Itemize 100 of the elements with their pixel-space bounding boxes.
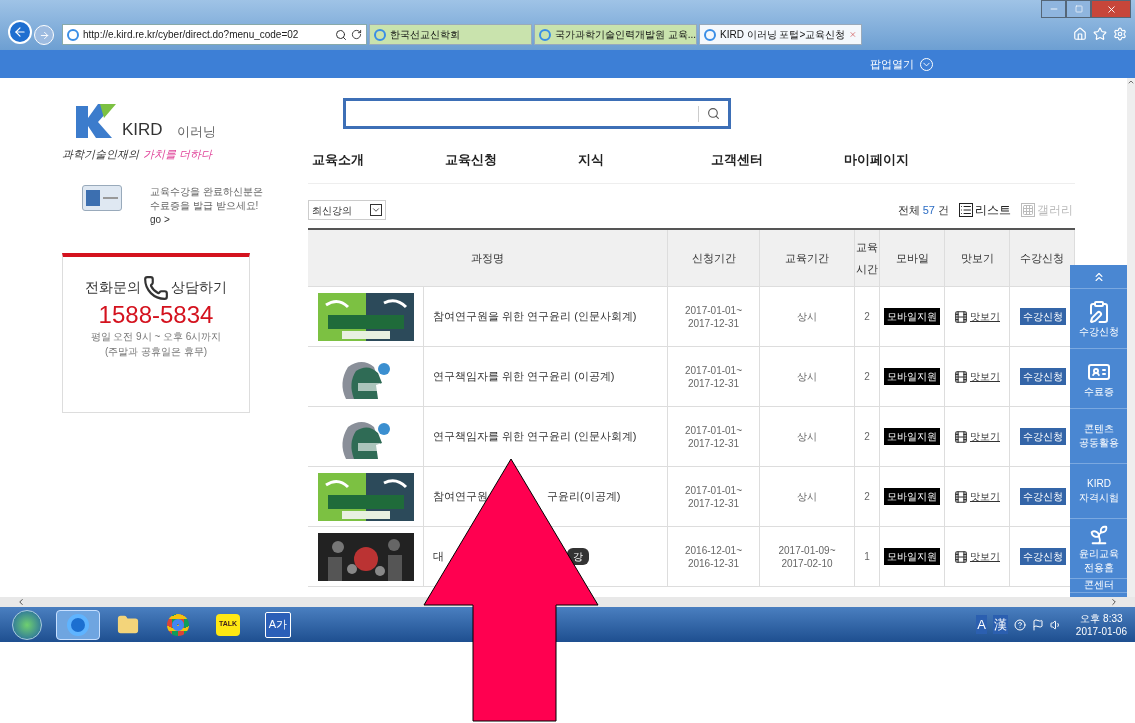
taskbar-app[interactable] [56, 609, 100, 640]
logo-icon [76, 104, 116, 138]
apply-period: 2017-01-01~ [685, 303, 742, 317]
maximize-button[interactable] [1066, 0, 1091, 18]
sort-dropdown[interactable]: 최신강의 [308, 200, 386, 220]
taskbar-app[interactable]: A가 [256, 609, 300, 640]
film-reel-icon [954, 549, 968, 564]
scroll-left-icon[interactable] [16, 597, 26, 607]
forward-button[interactable] [34, 25, 54, 45]
course-title[interactable]: 연구책임자를 위한 연구윤리 (인문사회계) [433, 428, 637, 445]
clock-time: 오후 8:33 [1080, 611, 1123, 625]
refresh-icon [351, 29, 362, 40]
preview-link[interactable]: 맛보기 [970, 489, 1000, 504]
slogan-text: 과학기술인재의 [62, 147, 139, 162]
education-period: 상시 [797, 370, 817, 383]
column-header: 과정명 [471, 251, 504, 266]
course-title[interactable]: 연구책임자를 위한 연구윤리 (이공계) [433, 368, 615, 385]
search-icon[interactable] [707, 107, 720, 120]
enroll-button[interactable]: 수강신청 [1019, 308, 1066, 325]
slogan-accent: 가치를 더하다 [143, 147, 213, 162]
tab-icon [539, 28, 551, 41]
apply-period: 2016-12-01~ [685, 543, 742, 557]
vertical-scrollbar[interactable] [1127, 78, 1135, 597]
nav-item[interactable]: 지식 [578, 150, 604, 170]
apply-period: 2017-12-31 [687, 496, 740, 510]
mobile-badge: 모바일지원 [884, 308, 940, 325]
start-button[interactable] [12, 609, 42, 640]
column-header: 교육기간 [785, 251, 829, 266]
course-title[interactable]: 참여연구원을 위한 연구윤리 (인문사회계) [433, 308, 637, 325]
search-field[interactable] [343, 98, 731, 129]
browser-tab[interactable]: 한국선교신학회 [369, 24, 532, 45]
dictionary-icon: A가 [265, 611, 291, 638]
nav-item[interactable]: 교육신청 [445, 150, 497, 170]
phone-icon [143, 274, 169, 301]
dropdown-icon [370, 204, 382, 216]
back-arrow-icon [13, 25, 27, 39]
clock-date: 2017-01-06 [1075, 624, 1127, 638]
enroll-button[interactable]: 수강신청 [1019, 428, 1066, 445]
film-reel-icon [954, 369, 968, 384]
address-bar[interactable]: http://e.kird.re.kr/cyber/direct.do?menu_code=02 [62, 24, 367, 45]
mobile-badge: 모바일지원 [884, 368, 940, 385]
mobile-badge: 모바일지원 [884, 488, 940, 505]
education-period: 상시 [797, 430, 817, 443]
nav-item[interactable]: 마이페이지 [844, 150, 909, 170]
view-toggle[interactable]: 리스트 [959, 201, 1011, 219]
tab-icon [704, 28, 716, 41]
scroll-right-icon[interactable] [1109, 597, 1119, 607]
close-icon [1105, 3, 1117, 15]
column-header: 맛보기 [960, 251, 994, 266]
apply-period: 2016-12-31 [687, 556, 740, 570]
promo-text: 수료증을 발급 받으세요! [150, 198, 260, 213]
preview-link[interactable]: 맛보기 [970, 309, 1000, 324]
settings-icon[interactable] [1113, 27, 1127, 41]
apply-period: 2017-01-01~ [685, 423, 742, 437]
preview-link[interactable]: 맛보기 [970, 369, 1000, 384]
film-reel-icon [954, 489, 968, 504]
column-header: 신청기간 [691, 251, 736, 266]
ime-indicator[interactable]: 漢 [992, 614, 1008, 635]
nav-item[interactable]: 고객센터 [711, 150, 763, 170]
phone-label: 전화문의 [85, 278, 141, 297]
maximize-icon [1074, 5, 1083, 13]
enroll-button[interactable]: 수강신청 [1019, 488, 1066, 505]
course-title[interactable]: 참여연구원 [433, 488, 488, 505]
enroll-button[interactable]: 수강신청 [1019, 548, 1066, 565]
total-count: 전체 57 건 [897, 202, 949, 218]
popup-label[interactable]: 팝업열기 [870, 55, 914, 73]
consult-label: 상담하기 [171, 278, 227, 297]
forward-arrow-icon [38, 29, 50, 41]
ime-indicator[interactable]: A [976, 614, 987, 635]
preview-link[interactable]: 맛보기 [970, 549, 1000, 564]
nav-item[interactable]: 교육소개 [312, 150, 364, 170]
flag-icon[interactable] [1031, 618, 1044, 631]
tab-label: 국가과학기술인력개발원 교육... [555, 28, 697, 42]
hours-cell-text: 2 [864, 310, 870, 324]
favorites-icon[interactable] [1093, 27, 1107, 41]
course-title[interactable]: 구윤리(이공계) [547, 488, 621, 505]
apply-period: 2017-12-31 [687, 376, 740, 390]
column-header: 모바일 [895, 251, 929, 266]
search-icon [335, 28, 347, 41]
enroll-button[interactable]: 수강신청 [1019, 368, 1066, 385]
scroll-up-icon[interactable] [1127, 78, 1135, 86]
preview-link[interactable]: 맛보기 [970, 429, 1000, 444]
education-period: 2017-01-09~ [778, 543, 836, 557]
volume-icon[interactable] [1049, 618, 1062, 631]
help-icon[interactable] [1013, 618, 1026, 631]
home-icon[interactable] [1073, 27, 1087, 41]
minimize-button[interactable] [1041, 0, 1066, 18]
education-period: 상시 [797, 490, 817, 503]
film-reel-icon [954, 309, 968, 324]
grid-icon [1021, 203, 1035, 217]
go-link[interactable]: go > [150, 212, 263, 227]
mobile-badge: 모바일지원 [884, 548, 940, 565]
browser-tab[interactable]: KIRD 이러닝 포털>교육신청 [699, 24, 862, 45]
phone-number: 1588-5834 [98, 300, 214, 329]
course-title[interactable]: 대 [433, 548, 444, 565]
promo-text: 교육수강을 완료하신분은 [150, 184, 263, 199]
hours-text: 평일 오전 9시 ~ 오후 6시까지 [90, 329, 222, 344]
tab-label: KIRD 이러닝 포털>교육신청 [720, 28, 846, 42]
back-button[interactable] [8, 20, 32, 44]
browser-tab[interactable]: 국가과학기술인력개발원 교육... [534, 24, 697, 45]
